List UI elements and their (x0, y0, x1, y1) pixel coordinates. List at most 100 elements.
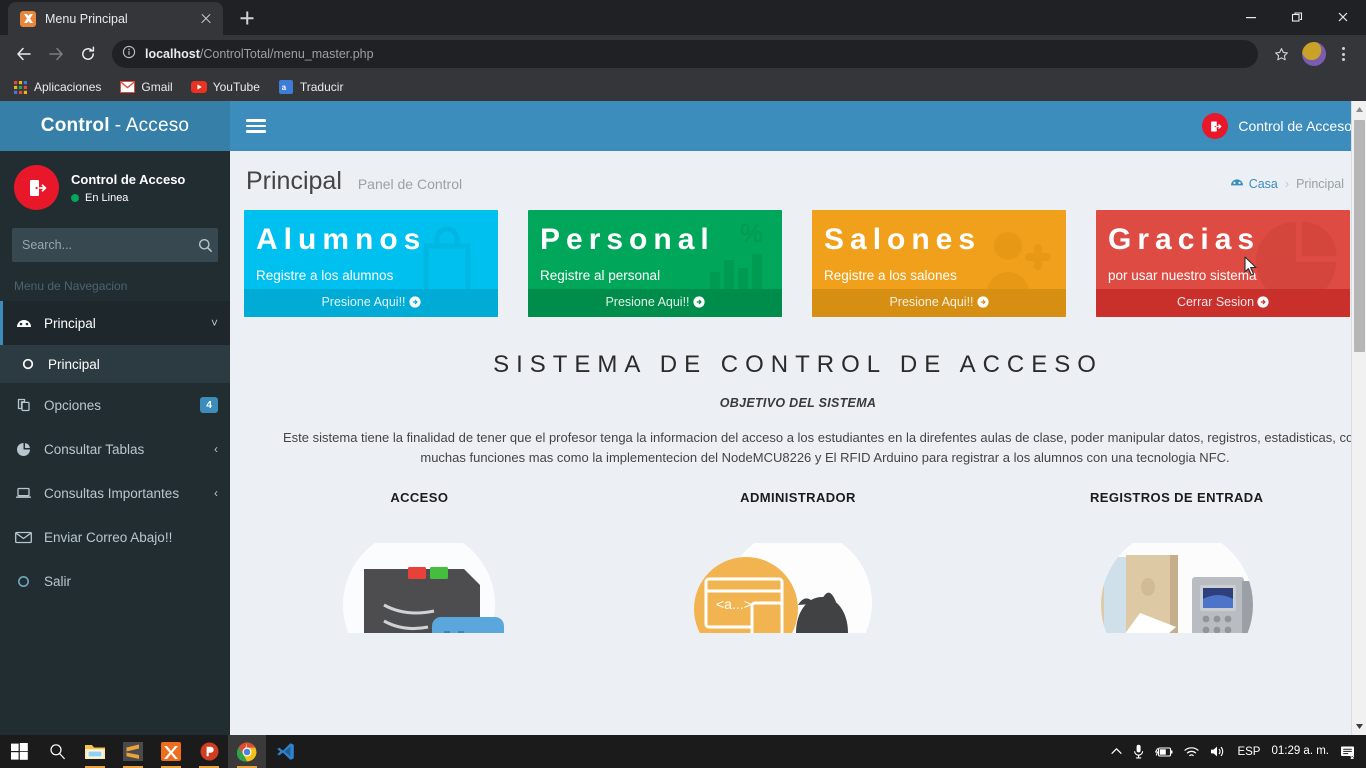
sidebar-item-label: Consultar Tablas (44, 441, 145, 457)
profile-avatar[interactable] (1302, 42, 1326, 66)
search-button[interactable] (38, 735, 76, 768)
pie-chart-icon (14, 442, 33, 457)
column-title: ADMINISTRADOR (740, 489, 856, 505)
language-indicator[interactable]: ESP (1237, 746, 1260, 758)
search-input[interactable] (12, 238, 193, 252)
card-salones[interactable]: Salones Registre a los salones Presione … (812, 210, 1066, 317)
chevron-left-icon: ‹ (214, 442, 218, 456)
sidebar-item-label: Enviar Correo Abajo!! (44, 529, 173, 545)
bookmark-star-icon[interactable] (1268, 41, 1294, 67)
sidebar-item-consultar-tablas[interactable]: Consultar Tablas ‹ (0, 427, 230, 471)
breadcrumb: Casa › Principal (1230, 176, 1344, 196)
close-icon[interactable] (197, 10, 215, 28)
sidebar-item-label: Consultas Importantes (44, 485, 180, 501)
bookmark-label: Aplicaciones (34, 80, 102, 94)
wifi-icon[interactable] (1184, 746, 1200, 758)
sidebar-item-enviar-correo[interactable]: Enviar Correo Abajo!! (0, 515, 230, 559)
card-footer[interactable]: Presione Aqui!! (812, 288, 1066, 317)
restore-icon[interactable] (1274, 0, 1320, 33)
browser-tab[interactable]: Menu Principal (8, 2, 223, 35)
tab-strip: Menu Principal (0, 0, 1366, 35)
card-personal[interactable]: % Personal Registre al personal Presione… (528, 210, 782, 317)
volume-icon[interactable] (1210, 745, 1226, 758)
microphone-icon[interactable] (1133, 744, 1144, 759)
browser-window: Menu Principal localhost/ControlTotal/me… (0, 0, 1366, 735)
objective-label: OBJETIVO DEL SISTEMA (719, 395, 877, 410)
feature-columns: ACCESO ADMINISTRADOR <a...> REGISTROS DE… (230, 468, 1366, 633)
card-footer[interactable]: Cerrar Sesion (1096, 288, 1350, 317)
translate-icon: a (278, 79, 294, 95)
site-info-icon[interactable] (122, 45, 136, 64)
envelope-icon (14, 531, 33, 544)
new-tab-button[interactable] (233, 4, 261, 32)
back-icon[interactable] (10, 40, 38, 68)
user-name: Control de Acceso (71, 171, 186, 187)
card-footer[interactable]: Presione Aqui!! (244, 288, 498, 317)
xampp-icon (20, 10, 36, 27)
sidebar-search[interactable] (12, 228, 218, 262)
card-desc: Registre al personal (540, 267, 661, 283)
bookmark-gmail[interactable]: Gmail (119, 79, 173, 95)
sidebar-item-principal[interactable]: Principal ˅ (0, 301, 230, 345)
card-gracias[interactable]: Gracias por usar nuestro sistema Cerrar … (1096, 210, 1350, 317)
scroll-down-icon[interactable] (1352, 718, 1366, 735)
keypad-access-photo (987, 542, 1366, 633)
breadcrumb-current: Principal (1296, 176, 1344, 191)
minimize-icon[interactable] (1228, 0, 1274, 33)
window-controls (1228, 0, 1366, 33)
dashboard-icon (14, 316, 33, 330)
notification-icon[interactable] (1340, 745, 1356, 759)
sidebar-brand[interactable]: Control - Acceso (0, 101, 230, 151)
bookmark-youtube[interactable]: YouTube (190, 79, 260, 95)
close-window-icon[interactable] (1320, 0, 1366, 33)
address-bar[interactable]: localhost/ControlTotal/menu_master.php (112, 40, 1258, 68)
system-heading: SISTEMA DE CONTROL DE ACCESO (493, 350, 1103, 378)
clock[interactable]: 01:29 a. m. (1271, 745, 1329, 758)
dashboard-icon (1230, 176, 1244, 191)
powerpoint[interactable] (190, 735, 228, 768)
search-icon[interactable] (193, 238, 218, 253)
navbar-brand-area[interactable]: Control de Acceso (1202, 113, 1352, 139)
start-button[interactable] (0, 735, 38, 768)
card-alumnos[interactable]: Alumnos Registre a los alumnos Presione … (244, 210, 498, 317)
breadcrumb-home-label: Casa (1248, 176, 1278, 191)
chrome-menu-icon[interactable] (1330, 47, 1356, 61)
file-explorer[interactable] (76, 735, 114, 768)
sidebar-subitem-principal[interactable]: Principal (0, 345, 230, 383)
card-title: Salones (824, 223, 982, 256)
paragraph-line-2: muchas funciones mas como la implementec… (420, 449, 1230, 465)
rfid-reader-illustration (230, 542, 609, 633)
hamburger-icon[interactable] (246, 119, 266, 133)
scrollbar-thumb[interactable] (1354, 120, 1365, 352)
battery-charging-icon[interactable] (1155, 746, 1173, 758)
sidebar-item-salir[interactable]: Salir (0, 559, 230, 603)
laptop-icon (14, 486, 33, 500)
door-exit-icon (1202, 113, 1229, 139)
show-hidden-icons[interactable] (1111, 747, 1123, 756)
forward-icon[interactable] (42, 40, 70, 68)
vscode[interactable] (266, 735, 304, 768)
reload-icon[interactable] (74, 40, 102, 68)
page-viewport: Control - Acceso Control de Acceso En Li… (0, 101, 1366, 735)
card-desc: Registre a los salones (824, 267, 957, 283)
card-desc: Registre a los alumnos (256, 267, 394, 283)
scroll-up-icon[interactable] (1352, 101, 1366, 118)
page-scrollbar[interactable] (1351, 101, 1366, 735)
xampp[interactable] (152, 735, 190, 768)
breadcrumb-home[interactable]: Casa (1230, 176, 1278, 191)
bookmark-label: Gmail (141, 80, 173, 94)
column-registros: REGISTROS DE ENTRADA (987, 490, 1366, 633)
bookmark-apps[interactable]: Aplicaciones (12, 79, 101, 95)
chevron-left-icon: ‹ (214, 486, 218, 500)
chrome[interactable] (228, 735, 266, 768)
sidebar-item-consultas-importantes[interactable]: Consultas Importantes ‹ (0, 471, 230, 515)
bookmark-label: YouTube (212, 80, 260, 94)
card-desc: por usar nuestro sistema (1108, 267, 1257, 283)
sidebar-item-opciones[interactable]: Opciones 4 (0, 383, 230, 427)
arrow-circle-right-icon (692, 295, 705, 308)
bookmark-translate[interactable]: a Traducir (278, 79, 343, 95)
sublime-text[interactable] (114, 735, 152, 768)
brand-bold: Control (40, 115, 110, 136)
arrow-circle-right-icon (1257, 295, 1269, 308)
card-footer[interactable]: Presione Aqui!! (528, 288, 782, 317)
